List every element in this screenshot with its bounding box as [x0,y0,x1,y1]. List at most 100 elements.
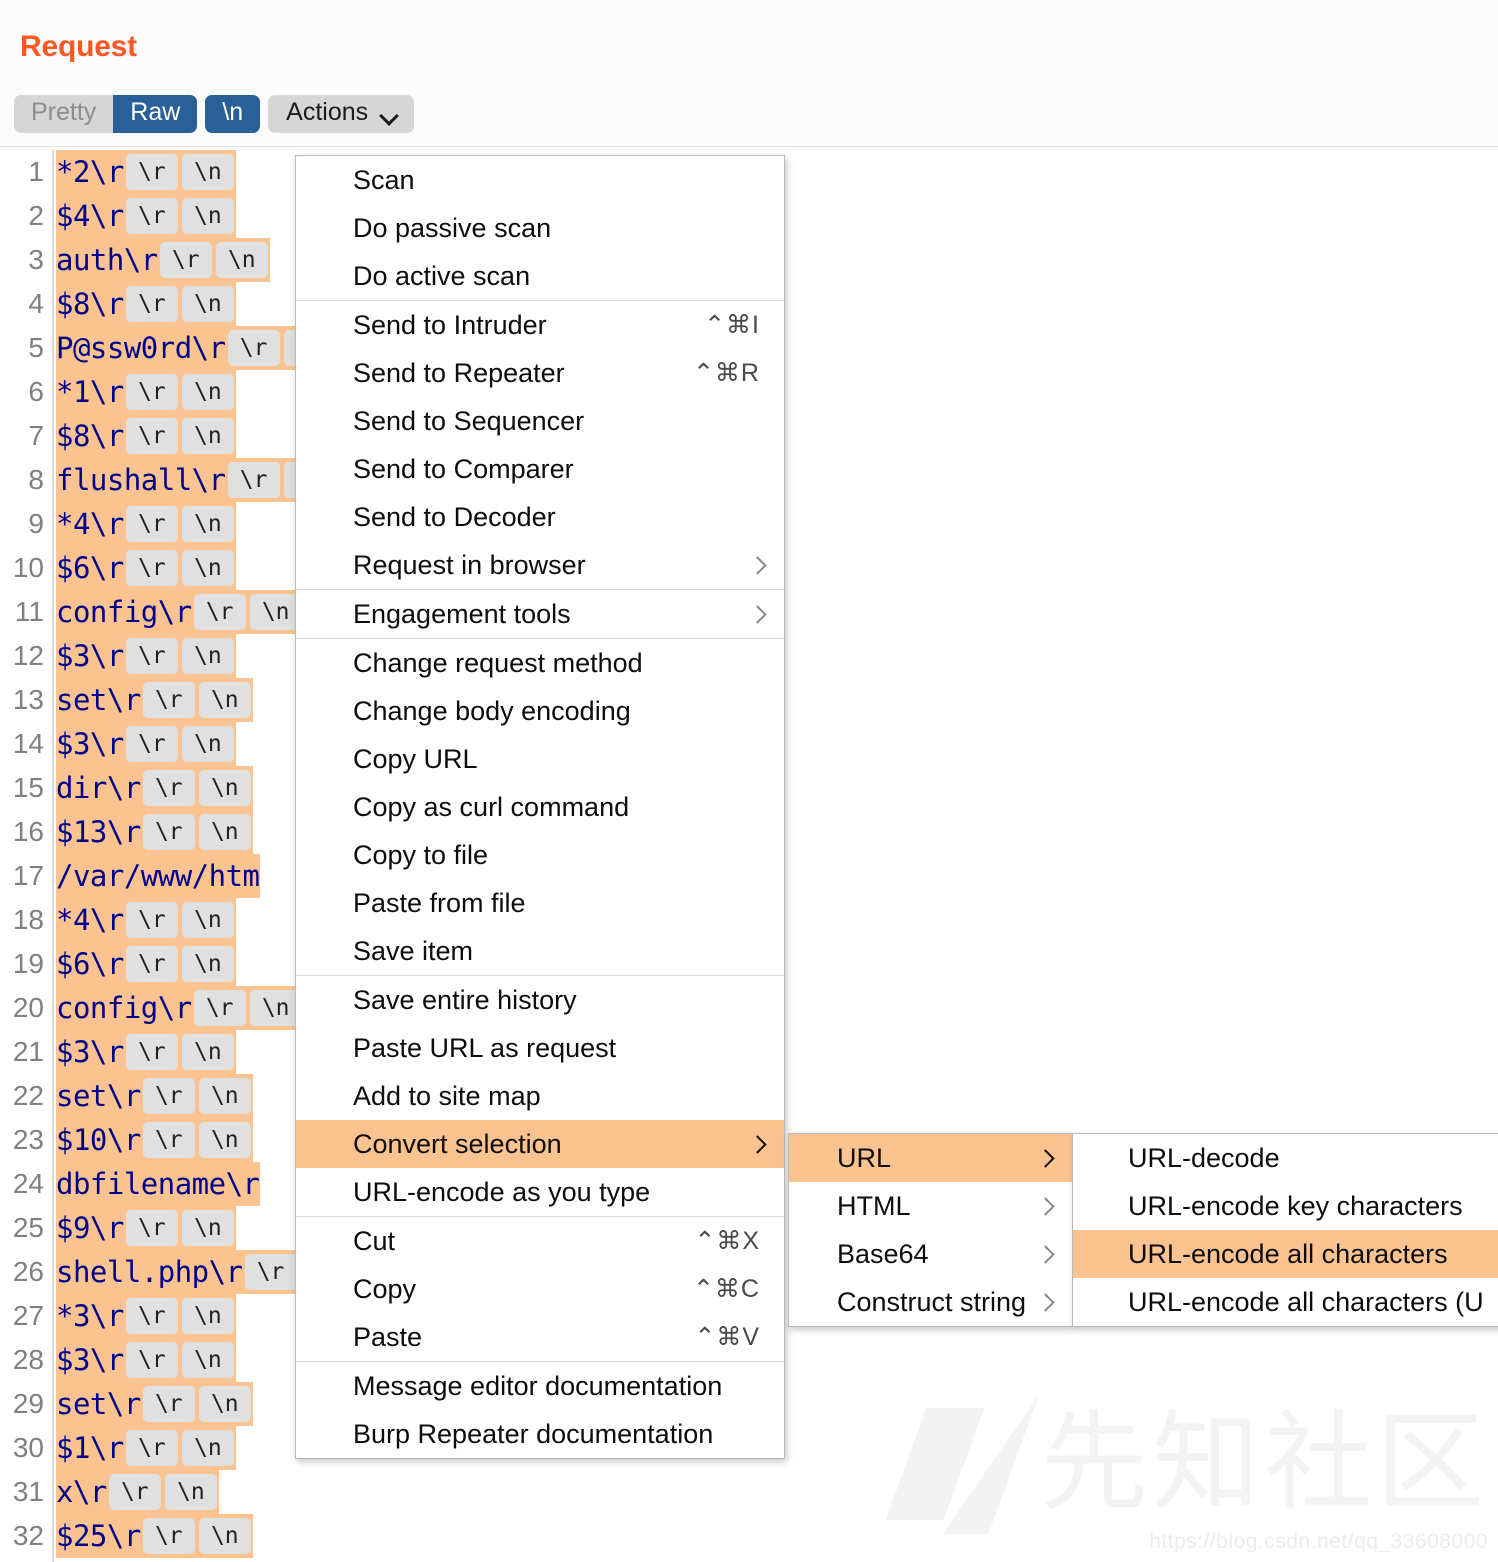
line-content[interactable]: /var/www/htm [56,854,260,898]
menu-item[interactable]: URL-encode all characters [1073,1230,1498,1278]
line-content[interactable]: set\r \r \n [56,1074,253,1118]
menu-item[interactable]: URL-encode key characters [1073,1182,1498,1230]
menu-item[interactable]: Do active scan [296,252,784,300]
menu-item[interactable]: URL-decode [1073,1134,1498,1182]
menu-item-label: Copy URL [353,743,478,774]
menu-item[interactable]: Request in browser [296,541,784,589]
line-content[interactable]: $4\r \r \n [56,194,236,238]
line-content[interactable]: dbfilename\r [56,1162,260,1206]
selection-highlight: *3\r \r \n [56,1294,236,1338]
lf-chip: \n [198,1122,251,1158]
cr-chip: \r [125,1430,178,1466]
menu-item[interactable]: Change body encoding [296,687,784,735]
line-number: 23 [12,1124,44,1155]
line-content[interactable]: $3\r \r \n [56,1338,236,1382]
menu-item[interactable]: HTML [789,1182,1072,1230]
convert-selection-submenu[interactable]: URL HTML Base64 Construct string [788,1133,1073,1327]
menu-item-label: URL-encode all characters (U [1128,1286,1484,1317]
line-content[interactable]: $8\r \r \n [56,414,236,458]
line-content[interactable]: set\r \r \n [56,678,253,722]
menu-item[interactable]: Send to Decoder [296,493,784,541]
line-number: 4 [28,288,44,319]
line-content[interactable]: $8\r \r \n [56,282,236,326]
toggle-newline-view[interactable]: \n [205,95,261,133]
cr-chip: \r [125,1298,178,1334]
menu-item-label: Copy to file [353,839,489,870]
line-text: $10\r [56,1123,141,1157]
line-content[interactable]: $10\r \r \n [56,1118,253,1162]
menu-item[interactable]: Send to Comparer [296,445,784,493]
line-content[interactable]: *2\r \r \n [56,150,236,194]
menu-item[interactable]: Paste ⌃⌘V [296,1313,784,1361]
menu-item[interactable]: Copy ⌃⌘C [296,1265,784,1313]
menu-item[interactable]: URL-encode as you type [296,1168,784,1216]
menu-item[interactable]: Convert selection [296,1120,784,1168]
line-content[interactable]: $3\r \r \n [56,634,236,678]
line-content[interactable]: x\r \r \n [56,1470,219,1514]
menu-item[interactable]: Engagement tools [296,590,784,638]
line-content[interactable]: *4\r \r \n [56,898,236,942]
line-content[interactable]: config\r \r \n [56,590,304,634]
menu-item[interactable]: Send to Repeater ⌃⌘R [296,349,784,397]
menu-item[interactable]: Copy as curl command [296,783,784,831]
cr-chip: \r [159,242,212,278]
line-text: $6\r [56,947,124,981]
cr-chip: \r [125,286,178,322]
line-content[interactable]: $13\r \r \n [56,810,253,854]
menu-item[interactable]: Save entire history [296,976,784,1024]
toolbar-divider [0,146,1498,147]
menu-item[interactable]: URL-encode all characters (U [1073,1278,1498,1326]
menu-item[interactable]: Send to Intruder ⌃⌘I [296,301,784,349]
tab-pretty[interactable]: Pretty [14,95,114,133]
tab-raw[interactable]: Raw [113,95,198,133]
selection-highlight: *1\r \r \n [56,370,236,414]
line-content[interactable]: *4\r \r \n [56,502,236,546]
menu-item[interactable]: Save item [296,927,784,975]
context-menu[interactable]: Scan Do passive scan Do active scan Send to… [295,155,785,1459]
line-content[interactable]: dir\r \r \n [56,766,253,810]
line-number: 16 [12,816,44,847]
menu-item-label: Scan [353,164,415,195]
line-content[interactable]: $3\r \r \n [56,1030,236,1074]
menu-item[interactable]: Cut ⌃⌘X [296,1217,784,1265]
menu-item[interactable]: Add to site map [296,1072,784,1120]
line-content[interactable]: config\r \r \n [56,986,304,1030]
cr-chip: \r [125,374,178,410]
menu-item[interactable]: URL [789,1134,1072,1182]
line-content[interactable]: $3\r \r \n [56,722,236,766]
menu-item[interactable]: Copy URL [296,735,784,783]
line-number: 9 [28,508,44,539]
line-content[interactable]: $1\r \r \n [56,1426,236,1470]
cr-chip: \r [193,990,246,1026]
line-content[interactable]: $25\r \r \n [56,1514,253,1558]
menu-item[interactable]: Paste URL as request [296,1024,784,1072]
line-text: $1\r [56,1431,124,1465]
menu-item[interactable]: Copy to file [296,831,784,879]
menu-item[interactable]: Change request method [296,639,784,687]
menu-item-shortcut: ⌃⌘I [704,311,760,339]
menu-item[interactable]: Construct string [789,1278,1072,1326]
menu-item-label: Change body encoding [353,695,631,726]
line-content[interactable]: auth\r \r \n [56,238,270,282]
menu-item[interactable]: Message editor documentation [296,1362,784,1410]
cr-chip: \r [227,330,280,366]
menu-item[interactable]: Base64 [789,1230,1072,1278]
line-content[interactable]: $9\r \r \n [56,1206,236,1250]
line-content[interactable]: *3\r \r \n [56,1294,236,1338]
request-panel: Request Pretty Raw \n Actions 1 *2\r \r \n 2… [0,0,1498,1562]
menu-item[interactable]: Paste from file [296,879,784,927]
line-content[interactable]: *1\r \r \n [56,370,236,414]
line-text: set\r [56,1079,141,1113]
actions-button[interactable]: Actions [268,95,415,133]
menu-item[interactable]: Scan [296,156,784,204]
line-content[interactable]: $6\r \r \n [56,546,236,590]
menu-item[interactable]: Burp Repeater documentation [296,1410,784,1458]
selection-highlight: set\r \r \n [56,1074,253,1118]
menu-item[interactable]: Do passive scan [296,204,784,252]
page-title: Request [20,30,137,63]
menu-item[interactable]: Send to Sequencer [296,397,784,445]
menu-item-label: Send to Sequencer [353,405,585,436]
line-content[interactable]: set\r \r \n [56,1382,253,1426]
url-convert-submenu[interactable]: URL-decode URL-encode key characters URL-e… [1072,1133,1498,1327]
line-content[interactable]: $6\r \r \n [56,942,236,986]
